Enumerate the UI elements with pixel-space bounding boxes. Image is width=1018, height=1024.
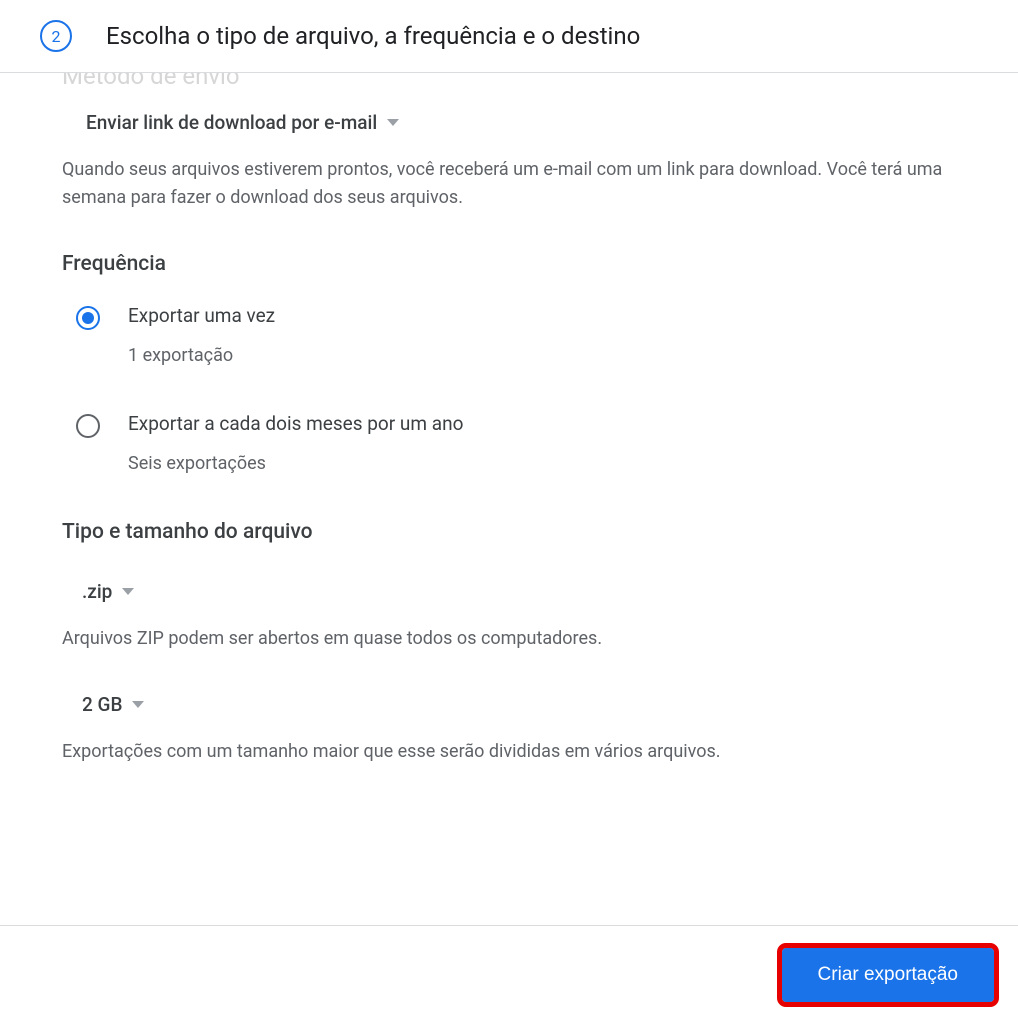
caret-down-icon (122, 588, 134, 595)
frequency-radio-group: Exportar uma vez 1 exportação Exportar a… (62, 304, 956, 474)
frequency-option-sub: Seis exportações (128, 453, 463, 474)
delivery-method-selected: Enviar link de download por e-mail (86, 111, 377, 134)
frequency-option-once[interactable]: Exportar uma vez 1 exportação (76, 304, 956, 366)
step-header: 2 Escolha o tipo de arquivo, a frequênci… (0, 0, 1018, 73)
caret-down-icon (387, 119, 399, 126)
step-number-badge: 2 (40, 20, 72, 52)
frequency-option-label: Exportar uma vez (128, 304, 275, 327)
delivery-method-description: Quando seus arquivos estiverem prontos, … (62, 156, 956, 212)
frequency-option-label: Exportar a cada dois meses por um ano (128, 412, 463, 435)
step-number: 2 (52, 27, 61, 46)
content-area: Enviar link de download por e-mail Quand… (0, 73, 1018, 766)
file-size-dropdown[interactable]: 2 GB (62, 685, 956, 724)
radio-button-selected-icon (76, 306, 100, 330)
step-title: Escolha o tipo de arquivo, a frequência … (106, 22, 640, 50)
frequency-heading: Frequência (62, 252, 956, 276)
delivery-method-dropdown[interactable]: Enviar link de download por e-mail (62, 103, 956, 142)
filetype-heading: Tipo e tamanho do arquivo (62, 520, 956, 544)
caret-down-icon (132, 701, 144, 708)
file-size-description: Exportações com um tamanho maior que ess… (62, 738, 956, 766)
frequency-option-sub: 1 exportação (128, 345, 275, 366)
footer-bar: Criar exportação (0, 925, 1018, 1024)
file-type-description: Arquivos ZIP podem ser abertos em quase … (62, 625, 956, 653)
create-export-button[interactable]: Criar exportação (782, 948, 994, 1002)
radio-button-unselected-icon (76, 414, 100, 438)
file-size-selected: 2 GB (82, 693, 122, 716)
frequency-option-bimonthly[interactable]: Exportar a cada dois meses por um ano Se… (76, 412, 956, 474)
file-type-dropdown[interactable]: .zip (62, 572, 956, 611)
file-type-selected: .zip (82, 580, 112, 603)
